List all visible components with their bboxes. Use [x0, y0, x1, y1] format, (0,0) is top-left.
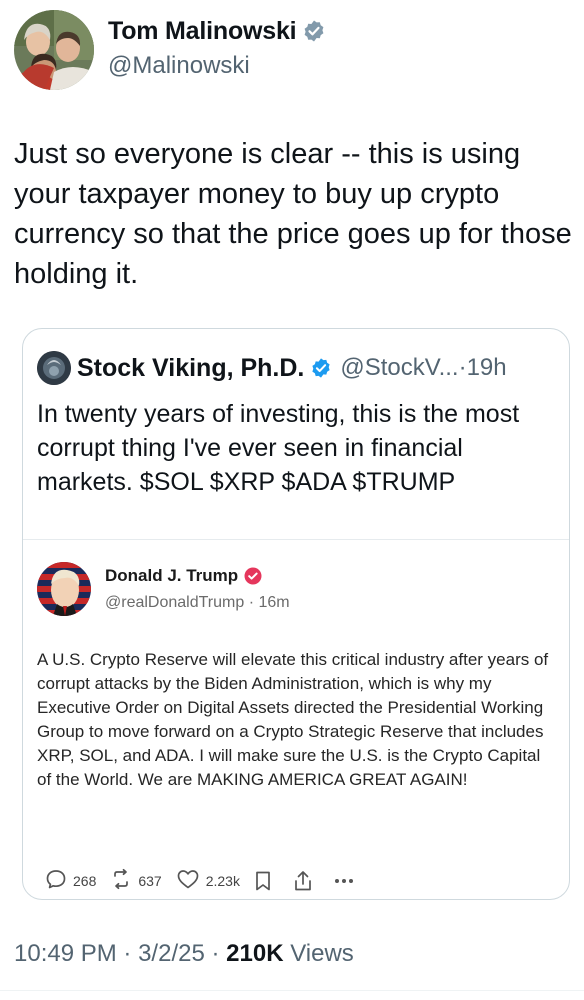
avatar[interactable] — [14, 10, 94, 90]
tweet-date[interactable]: 3/2/25 — [138, 940, 205, 967]
retruth-icon — [110, 868, 138, 893]
reply-count: 268 — [73, 872, 97, 889]
embedded-author-handle: @realDonaldTrump — [105, 594, 245, 611]
embedded-post-image[interactable]: Donald J. Trump @realDonaldTrump · 16m A… — [23, 539, 569, 899]
retruth-action: 637 — [110, 868, 162, 893]
quoted-author-handle[interactable]: @StockV... — [340, 354, 458, 381]
tweet-text: Just so everyone is clear -- this is usi… — [14, 138, 572, 290]
quoted-author-row: Stock Viking, Ph.D. @StockV...·19h — [37, 349, 507, 387]
avatar — [37, 562, 91, 616]
quoted-author-name[interactable]: Stock Viking, Ph.D. — [77, 354, 304, 383]
quoted-tweet-text: In twenty years of investing, this is th… — [37, 400, 520, 496]
retruth-count: 637 — [138, 872, 162, 889]
verified-badge-icon — [244, 567, 262, 585]
share-icon — [292, 870, 314, 892]
like-count: 2.23k — [205, 872, 240, 889]
reply-icon — [45, 868, 73, 893]
like-action: 2.23k — [176, 868, 240, 893]
avatar[interactable] — [37, 351, 71, 385]
verified-badge-icon — [302, 19, 326, 43]
embedded-timestamp: 16m — [258, 594, 290, 611]
more-icon — [334, 878, 354, 884]
like-icon — [176, 868, 206, 893]
reply-action: 268 — [45, 868, 96, 893]
separator: · — [211, 940, 220, 967]
embedded-author-name: Donald J. Trump — [105, 566, 239, 585]
tweet-time[interactable]: 10:49 PM — [14, 940, 117, 967]
quoted-tweet-card[interactable]: Stock Viking, Ph.D. @StockV...·19h In tw… — [22, 328, 570, 900]
verified-badge-icon — [310, 357, 332, 379]
divider — [0, 990, 584, 991]
views-count[interactable]: 210K — [226, 940, 283, 967]
bookmark-icon — [254, 870, 272, 892]
embedded-action-bar: 268 637 2.23k — [45, 868, 374, 893]
views-label[interactable]: Views — [290, 940, 354, 967]
separator: · — [123, 940, 132, 967]
separator: · — [248, 594, 255, 611]
author-name[interactable]: Tom Malinowski — [108, 17, 297, 46]
separator: · — [458, 354, 467, 381]
embedded-post-text: A U.S. Crypto Reserve will elevate this … — [37, 650, 549, 789]
tweet-author[interactable]: Tom Malinowski @Malinowski — [14, 10, 326, 90]
author-handle[interactable]: @Malinowski — [108, 52, 326, 80]
embedded-author-row: Donald J. Trump @realDonaldTrump · 16m — [37, 562, 290, 616]
quoted-timestamp[interactable]: 19h — [467, 354, 507, 381]
tweet-meta: 10:49 PM · 3/2/25 · 210K Views — [14, 940, 354, 968]
